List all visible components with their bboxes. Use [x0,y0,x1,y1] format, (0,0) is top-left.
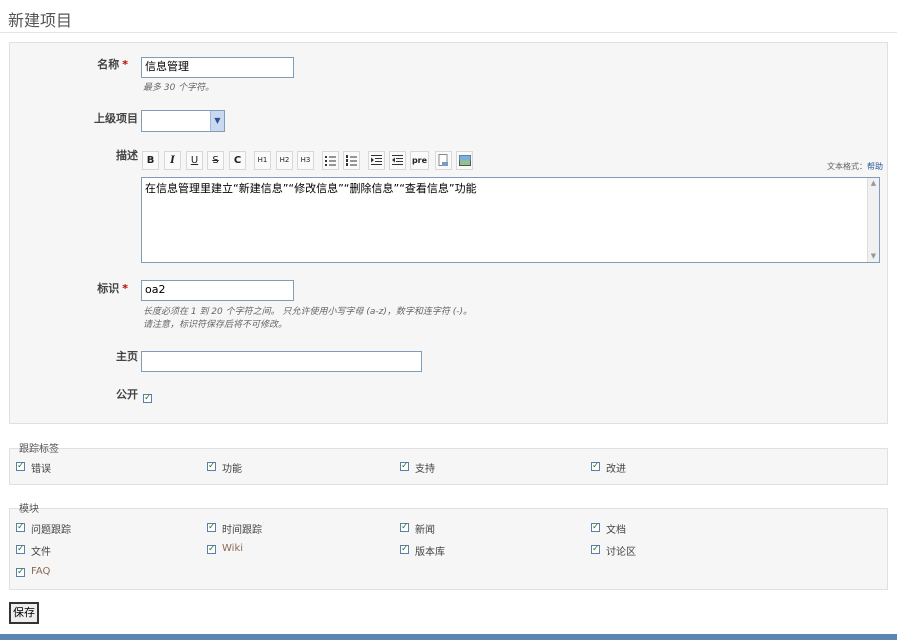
module-checkbox[interactable]: ✓ [16,545,25,554]
vertical-scrollbar[interactable]: ▲ ▼ [867,178,879,262]
parent-label: 上级项目 [94,112,138,125]
page-title: 新建项目 [8,11,73,30]
module-checkbox[interactable]: ✓ [591,545,600,554]
description-textarea[interactable]: 在信息管理里建立“新建信息”“修改信息”“删除信息”“查看信息”功能 ▲ ▼ [141,177,880,263]
tracker-checkbox[interactable]: ✓ [591,462,600,471]
help-link[interactable]: 帮助 [867,162,883,171]
tracker-checkbox[interactable]: ✓ [16,462,25,471]
underline-button[interactable]: U [186,151,203,170]
module-checkbox[interactable]: ✓ [591,523,600,532]
text-format-note: 文本格式：帮助 [827,162,883,171]
heading1-button[interactable]: H1 [254,151,271,170]
trackers-legend: 跟踪标签 [19,444,59,455]
name-label: 名称 * [97,58,128,71]
modules-legend: 模块 [19,504,39,515]
public-checkbox[interactable]: ✓ [143,394,152,403]
module-checkbox[interactable]: ✓ [16,523,25,532]
footer-bar [0,634,897,640]
italic-button[interactable]: I [164,151,181,170]
public-label: 公开 [116,388,138,401]
unordered-list-icon[interactable] [322,151,339,170]
required-mark: * [122,58,128,71]
preformatted-button[interactable]: pre [410,151,429,170]
identifier-hint-1: 长度必须在 1 到 20 个字符之间。 只允许使用小写字母 (a-z)，数字和连… [143,307,472,317]
chevron-down-icon[interactable]: ▼ [210,111,224,131]
scroll-down-icon[interactable]: ▼ [868,251,879,262]
module-checkbox[interactable]: ✓ [400,545,409,554]
indent-left-icon[interactable] [389,151,406,170]
ordered-list-icon[interactable] [343,151,360,170]
trackers-fieldset [9,448,888,485]
description-label: 描述 [116,149,138,162]
bold-button[interactable]: B [142,151,159,170]
image-icon[interactable] [456,151,473,170]
tracker-checkbox[interactable]: ✓ [207,462,216,471]
identifier-hint-2: 请注意，标识符保存后将不可修改。 [143,320,288,330]
identifier-label: 标识 * [97,282,128,295]
heading2-button[interactable]: H2 [276,151,293,170]
scroll-up-icon[interactable]: ▲ [868,178,879,189]
description-text: 在信息管理里建立“新建信息”“修改信息”“删除信息”“查看信息”功能 [145,182,477,195]
homepage-label: 主页 [116,350,138,363]
tracker-checkbox[interactable]: ✓ [400,462,409,471]
heading3-button[interactable]: H3 [297,151,314,170]
code-button[interactable]: C [229,151,246,170]
module-checkbox[interactable]: ✓ [207,545,216,554]
required-mark: * [122,282,128,295]
homepage-input[interactable] [141,351,422,372]
modules-fieldset [9,508,888,590]
module-checkbox[interactable]: ✓ [207,523,216,532]
name-hint: 最多 30 个字符。 [143,83,215,93]
strikethrough-button[interactable]: S [207,151,224,170]
title-divider [0,32,897,33]
link-icon[interactable] [435,151,452,170]
name-input[interactable]: 信息管理 [141,57,294,78]
identifier-input[interactable]: oa2 [141,280,294,301]
module-checkbox[interactable]: ✓ [400,523,409,532]
parent-project-select[interactable]: ▼ [141,110,225,132]
indent-right-icon[interactable] [368,151,385,170]
save-button[interactable]: 保存 [9,602,39,624]
module-checkbox[interactable]: ✓ [16,568,25,577]
